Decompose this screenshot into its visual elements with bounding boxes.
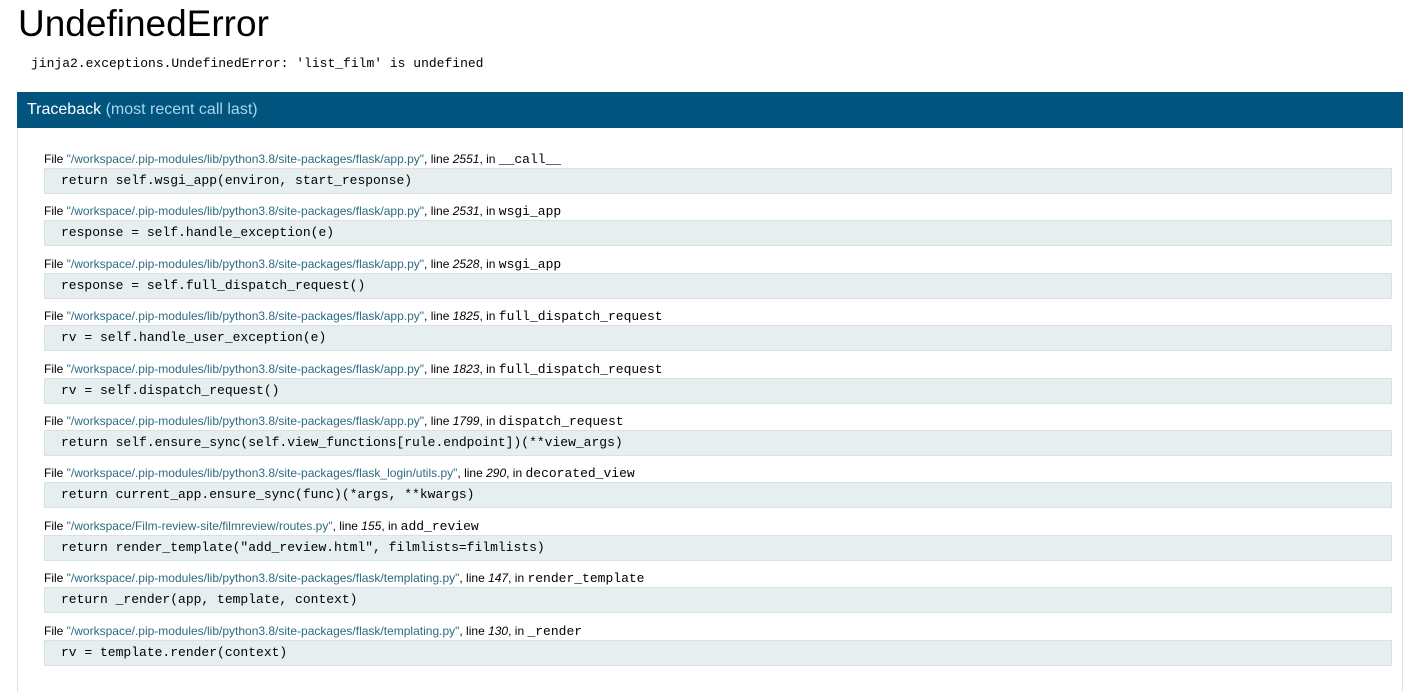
frame-filename[interactable]: "/workspace/Film-review-site/filmreview/…: [67, 519, 333, 533]
file-label: File: [44, 518, 67, 533]
frame-info: File "/workspace/.pip-modules/lib/python…: [44, 307, 663, 325]
traceback-frame[interactable]: File "/workspace/.pip-modules/lib/python…: [18, 360, 1402, 412]
line-label: , line: [459, 623, 489, 638]
frame-line-number: 290: [486, 466, 507, 481]
frame-function: full_dispatch_request: [498, 309, 663, 325]
traceback-frame[interactable]: File "/workspace/Film-review-site/filmre…: [18, 517, 1402, 569]
traceback-frame[interactable]: File "/workspace/.pip-modules/lib/python…: [18, 412, 1402, 464]
frame-code-line[interactable]: return self.ensure_sync(self.view_functi…: [44, 429, 1392, 456]
frame-code-line[interactable]: return current_app.ensure_sync(func)(*ar…: [44, 482, 1392, 509]
line-label: , line: [424, 152, 453, 166]
traceback-panel: Traceback (most recent call last) File "…: [17, 92, 1403, 692]
line-label: , line: [332, 518, 362, 533]
frame-code-line[interactable]: rv = self.dispatch_request(): [44, 377, 1392, 404]
traceback-frame[interactable]: File "/workspace/.pip-modules/lib/python…: [18, 569, 1402, 621]
frame-info: File "/workspace/.pip-modules/lib/python…: [44, 569, 644, 587]
frame-filename[interactable]: "/workspace/.pip-modules/lib/python3.8/s…: [67, 257, 424, 271]
frame-function: decorated_view: [525, 466, 635, 482]
file-label: File: [44, 571, 67, 586]
traceback-frame[interactable]: File "/workspace/.pip-modules/lib/python…: [18, 150, 1402, 202]
frame-line-number: 147: [488, 571, 509, 586]
file-label: File: [44, 623, 67, 638]
frame-info: File "/workspace/.pip-modules/lib/python…: [44, 150, 561, 168]
frame-code-line[interactable]: return render_template("add_review.html"…: [44, 534, 1392, 561]
traceback-frame[interactable]: File "/workspace/.pip-modules/lib/python…: [18, 255, 1402, 307]
frame-line-number: 1823: [452, 361, 480, 376]
file-label: File: [44, 466, 67, 481]
in-label: , in: [381, 518, 401, 533]
frame-filename[interactable]: "/workspace/.pip-modules/lib/python3.8/s…: [67, 414, 424, 428]
in-label: , in: [479, 413, 499, 428]
line-label: , line: [424, 309, 453, 324]
frame-function: full_dispatch_request: [498, 361, 663, 377]
file-label: File: [44, 256, 67, 271]
frame-filename[interactable]: "/workspace/.pip-modules/lib/python3.8/s…: [67, 204, 424, 218]
frame-function: _render: [527, 623, 583, 639]
line-label: , line: [459, 571, 489, 586]
frame-line-number: 1799: [452, 413, 480, 428]
frame-line-number: 130: [488, 623, 509, 638]
in-label: , in: [508, 571, 528, 586]
frame-function: dispatch_request: [498, 413, 624, 429]
file-label: File: [44, 413, 67, 428]
frame-code-line[interactable]: return self.wsgi_app(environ, start_resp…: [44, 168, 1392, 194]
frame-code-line[interactable]: return _render(app, template, context): [44, 587, 1392, 614]
frame-line-number: 2528: [452, 256, 480, 271]
in-label: , in: [479, 309, 499, 324]
frame-filename[interactable]: "/workspace/.pip-modules/lib/python3.8/s…: [67, 309, 424, 323]
traceback-frame[interactable]: File "/workspace/.pip-modules/lib/python…: [18, 307, 1402, 359]
traceback-frame[interactable]: File "/workspace/.pip-modules/lib/python…: [18, 464, 1402, 516]
frame-info: File "/workspace/.pip-modules/lib/python…: [44, 360, 663, 378]
frame-line-number: 1825: [452, 309, 480, 324]
frame-code-line[interactable]: response = self.handle_exception(e): [44, 220, 1392, 247]
frame-info: File "/workspace/.pip-modules/lib/python…: [44, 622, 582, 640]
traceback-frame[interactable]: File "/workspace/.pip-modules/lib/python…: [18, 202, 1402, 254]
page-title: UndefinedError: [18, 3, 269, 44]
frame-info: File "/workspace/.pip-modules/lib/python…: [44, 202, 561, 220]
traceback-hint: (most recent call last): [105, 101, 258, 118]
in-label: , in: [479, 204, 499, 219]
traceback-header[interactable]: Traceback (most recent call last): [17, 92, 1403, 128]
frame-info: File "/workspace/.pip-modules/lib/python…: [44, 464, 635, 482]
file-label: File: [44, 309, 67, 324]
frame-line-number: 2551: [452, 152, 480, 166]
frame-info: File "/workspace/Film-review-site/filmre…: [44, 517, 479, 535]
error-message: jinja2.exceptions.UndefinedError: 'list_…: [31, 56, 484, 71]
frame-function: render_template: [527, 571, 645, 587]
in-label: , in: [508, 623, 528, 638]
in-label: , in: [479, 256, 499, 271]
frame-line-number: 155: [361, 518, 382, 533]
frame-info: File "/workspace/.pip-modules/lib/python…: [44, 255, 561, 273]
file-label: File: [44, 204, 67, 219]
line-label: , line: [424, 413, 453, 428]
line-label: , line: [424, 361, 453, 376]
frame-filename[interactable]: "/workspace/.pip-modules/lib/python3.8/s…: [67, 466, 458, 480]
frame-function: __call__: [498, 152, 562, 167]
file-label: File: [44, 152, 67, 166]
frame-filename[interactable]: "/workspace/.pip-modules/lib/python3.8/s…: [67, 624, 460, 638]
frame-line-number: 2531: [452, 204, 480, 219]
traceback-title: Traceback: [27, 101, 102, 118]
file-label: File: [44, 361, 67, 376]
frame-function: wsgi_app: [498, 256, 562, 272]
frame-filename[interactable]: "/workspace/.pip-modules/lib/python3.8/s…: [67, 571, 460, 585]
in-label: , in: [506, 466, 526, 481]
line-label: , line: [457, 466, 487, 481]
frame-filename[interactable]: "/workspace/.pip-modules/lib/python3.8/s…: [67, 152, 424, 166]
frame-code-line[interactable]: rv = self.handle_user_exception(e): [44, 325, 1392, 352]
frame-filename[interactable]: "/workspace/.pip-modules/lib/python3.8/s…: [67, 362, 424, 376]
frame-list: File "/workspace/.pip-modules/lib/python…: [18, 150, 1402, 674]
frame-function: wsgi_app: [498, 204, 562, 220]
frame-info: File "/workspace/.pip-modules/lib/python…: [44, 412, 624, 430]
traceback-frame[interactable]: File "/workspace/.pip-modules/lib/python…: [18, 622, 1402, 674]
in-label: , in: [479, 152, 499, 166]
frame-function: add_review: [400, 518, 479, 534]
line-label: , line: [424, 256, 453, 271]
line-label: , line: [424, 204, 453, 219]
frame-code-line[interactable]: rv = template.render(context): [44, 639, 1392, 666]
in-label: , in: [479, 361, 499, 376]
frame-code-line[interactable]: response = self.full_dispatch_request(): [44, 272, 1392, 299]
